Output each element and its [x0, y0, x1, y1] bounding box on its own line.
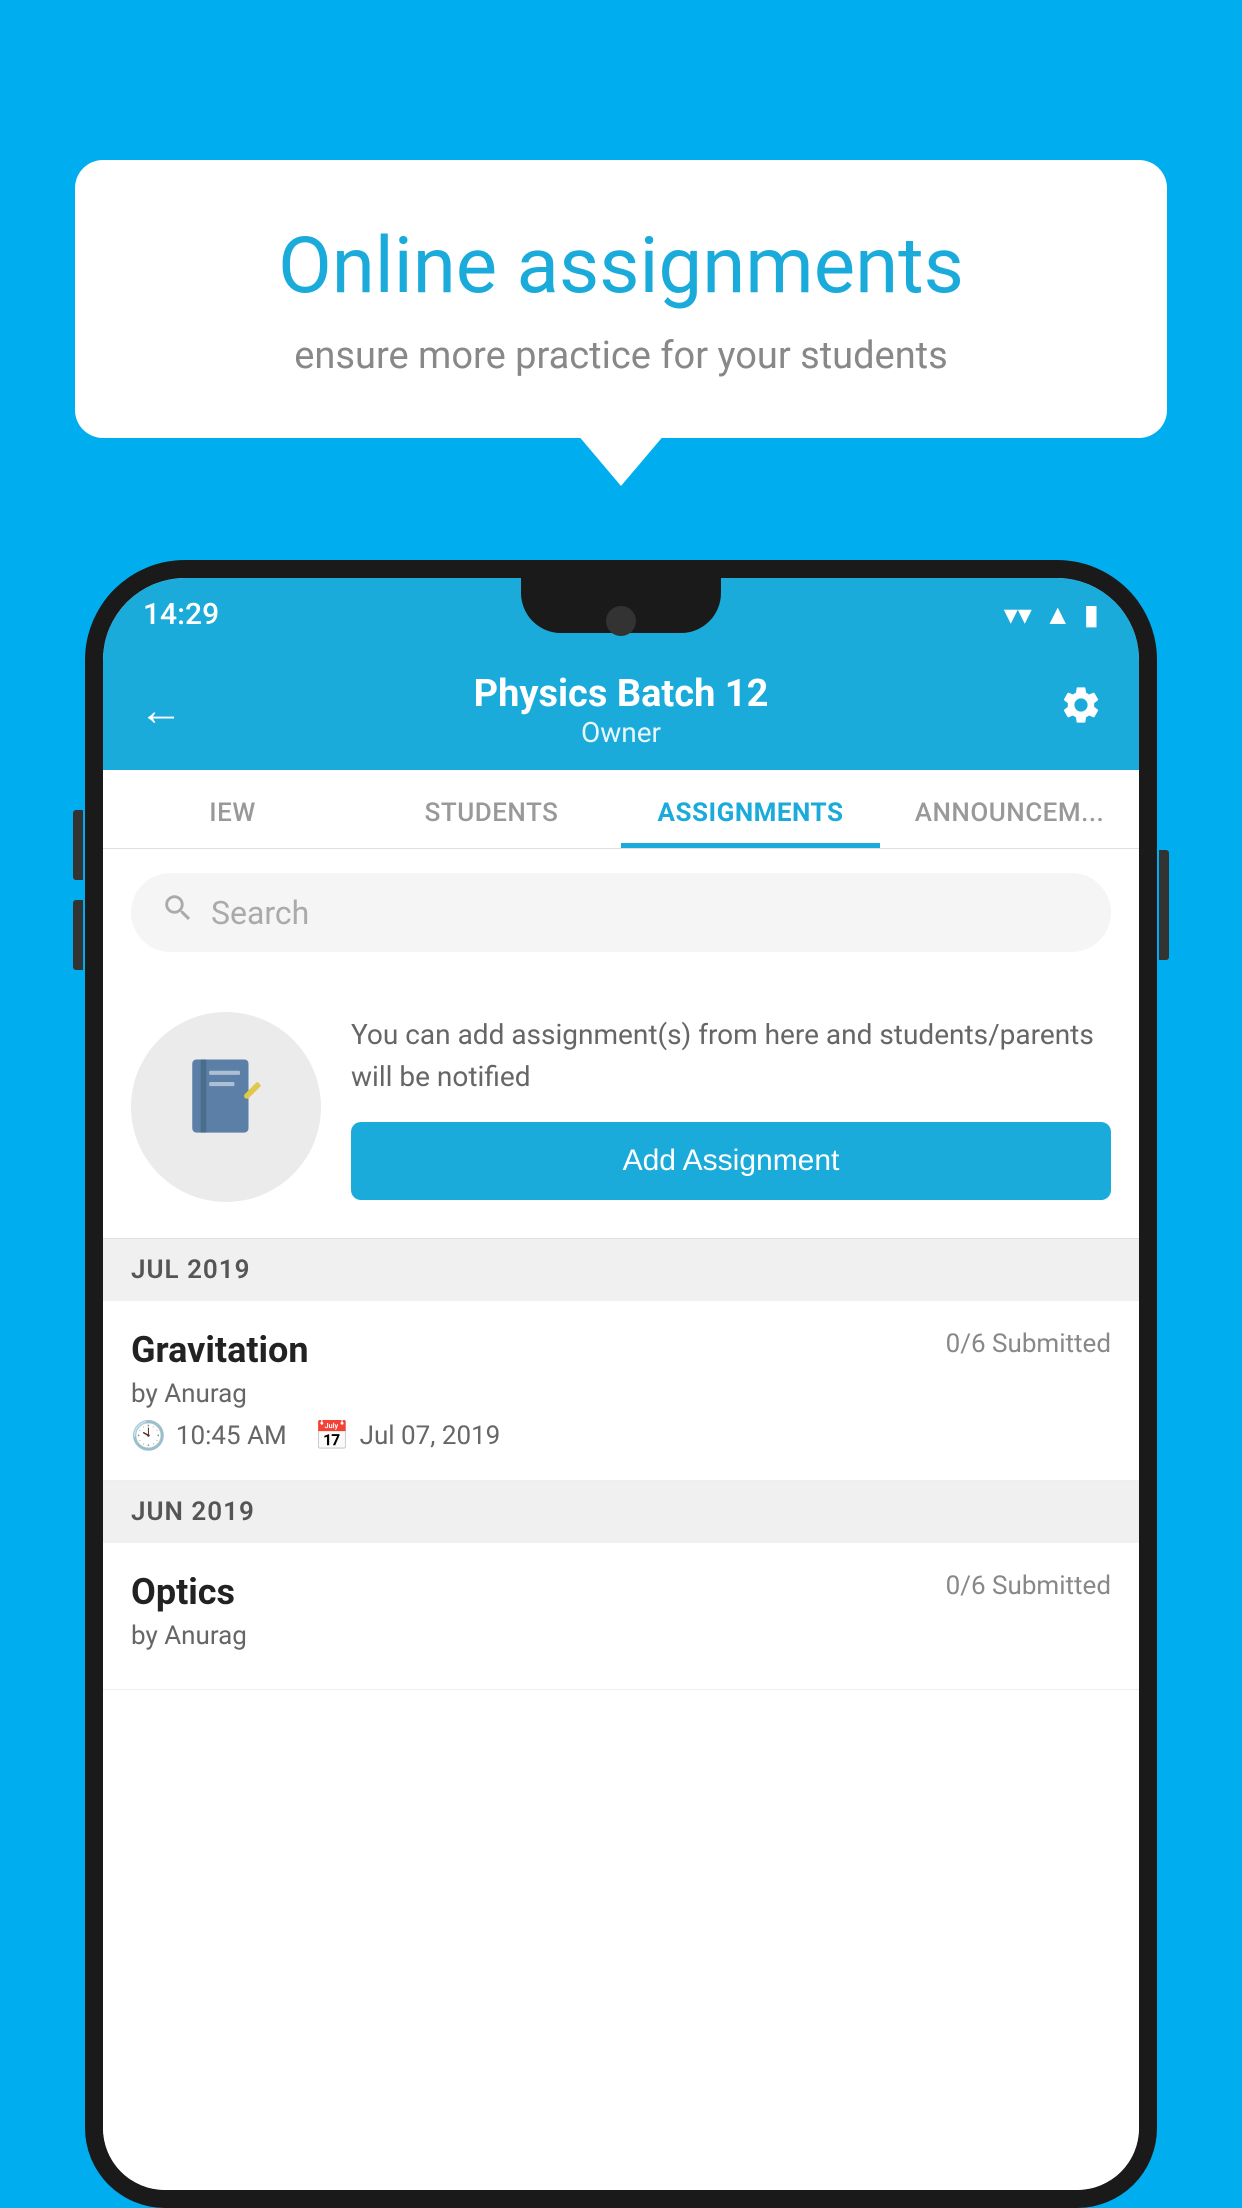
promo-text: You can add assignment(s) from here and …: [351, 1014, 1111, 1098]
section-jun-2019: JUN 2019: [103, 1481, 1139, 1543]
tab-assignments[interactable]: ASSIGNMENTS: [621, 770, 880, 848]
search-icon: [161, 891, 195, 934]
search-placeholder: Search: [211, 894, 309, 932]
side-volume-down: [73, 900, 83, 970]
signal-icon: ▲: [1044, 598, 1072, 631]
assignment-by-gravitation: by Anurag: [131, 1379, 1111, 1409]
side-volume-up: [73, 810, 83, 880]
phone-screen: 14:29 ▾▾ ▲ ▮ ← Physics Batch 12 Owner: [103, 578, 1139, 2190]
assignment-submitted-gravitation: 0/6 Submitted: [946, 1329, 1111, 1359]
search-bar: Search: [103, 849, 1139, 976]
assignment-time-gravitation: 🕙 10:45 AM: [131, 1419, 287, 1452]
speech-bubble: Online assignments ensure more practice …: [75, 160, 1167, 438]
screen-content: Search: [103, 849, 1139, 2190]
notebook-icon: [181, 1051, 271, 1163]
assignment-item-top-optics: Optics 0/6 Submitted: [131, 1571, 1111, 1613]
assignment-name-gravitation: Gravitation: [131, 1329, 309, 1371]
assignment-by-optics: by Anurag: [131, 1621, 1111, 1651]
promo-icon-circle: [131, 1012, 321, 1202]
add-assignment-button[interactable]: Add Assignment: [351, 1122, 1111, 1200]
header-title: Physics Batch 12: [474, 672, 769, 716]
assignment-item-optics[interactable]: Optics 0/6 Submitted by Anurag: [103, 1543, 1139, 1690]
header-subtitle: Owner: [474, 716, 769, 749]
add-assignment-promo: You can add assignment(s) from here and …: [103, 976, 1139, 1239]
wifi-icon: ▾▾: [1004, 598, 1032, 631]
speech-bubble-subtitle: ensure more practice for your students: [145, 334, 1097, 378]
assignment-submitted-optics: 0/6 Submitted: [946, 1571, 1111, 1601]
time-text: 10:45 AM: [176, 1421, 287, 1451]
assignment-meta-gravitation: 🕙 10:45 AM 📅 Jul 07, 2019: [131, 1419, 1111, 1452]
calendar-icon: 📅: [315, 1419, 350, 1452]
phone-notch: [521, 578, 721, 633]
side-power-button: [1159, 850, 1169, 960]
speech-bubble-container: Online assignments ensure more practice …: [75, 160, 1167, 438]
phone-camera: [606, 606, 636, 636]
clock-icon: 🕙: [131, 1419, 166, 1452]
tab-announcements[interactable]: ANNOUNCEM...: [880, 770, 1139, 848]
status-time: 14:29: [143, 597, 219, 632]
search-input-wrap[interactable]: Search: [131, 873, 1111, 952]
back-button[interactable]: ←: [139, 684, 183, 736]
app-header: ← Physics Batch 12 Owner: [103, 650, 1139, 770]
assignment-item-top: Gravitation 0/6 Submitted: [131, 1329, 1111, 1371]
tab-iew[interactable]: IEW: [103, 770, 362, 848]
tab-bar: IEW STUDENTS ASSIGNMENTS ANNOUNCEM...: [103, 770, 1139, 849]
section-jul-2019: JUL 2019: [103, 1239, 1139, 1301]
promo-right: You can add assignment(s) from here and …: [351, 1014, 1111, 1200]
assignment-name-optics: Optics: [131, 1571, 235, 1613]
tab-students[interactable]: STUDENTS: [362, 770, 621, 848]
assignment-item-gravitation[interactable]: Gravitation 0/6 Submitted by Anurag 🕙 10…: [103, 1301, 1139, 1481]
phone-mockup: 14:29 ▾▾ ▲ ▮ ← Physics Batch 12 Owner: [85, 560, 1157, 2208]
battery-icon: ▮: [1084, 598, 1099, 631]
header-center: Physics Batch 12 Owner: [474, 672, 769, 749]
assignment-date-gravitation: 📅 Jul 07, 2019: [315, 1419, 501, 1452]
status-icons: ▾▾ ▲ ▮: [1004, 598, 1099, 631]
settings-button[interactable]: [1059, 683, 1103, 738]
date-text: Jul 07, 2019: [360, 1421, 501, 1451]
speech-bubble-title: Online assignments: [145, 220, 1097, 314]
phone-outer: 14:29 ▾▾ ▲ ▮ ← Physics Batch 12 Owner: [85, 560, 1157, 2208]
